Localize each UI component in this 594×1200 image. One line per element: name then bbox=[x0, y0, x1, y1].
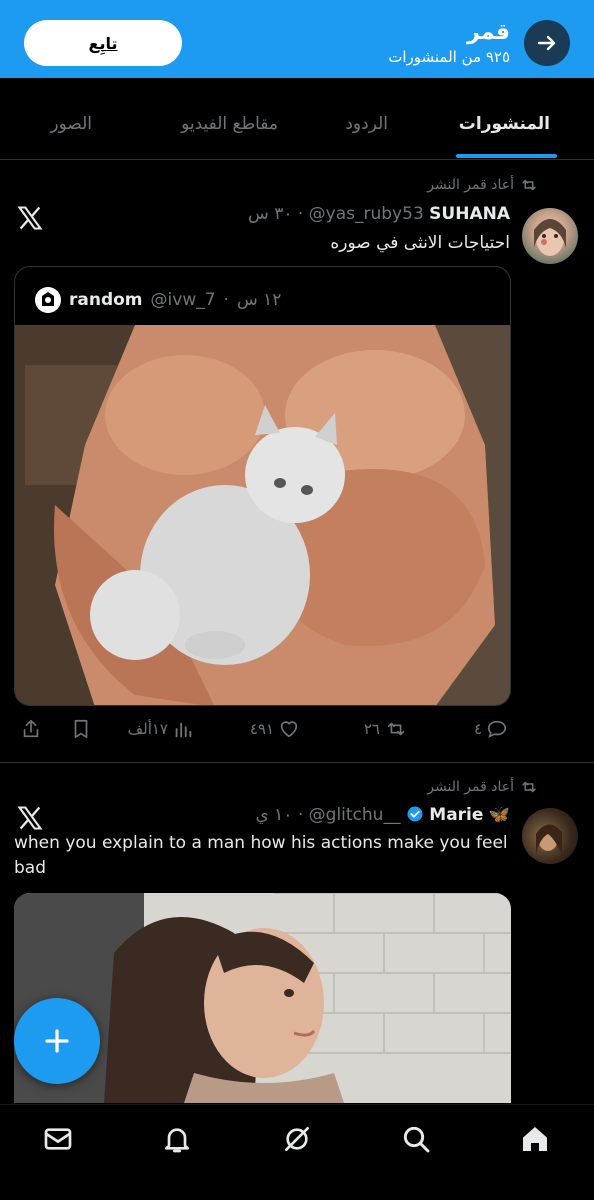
quoted-handle: @ivw_7 bbox=[150, 290, 216, 310]
nav-grok[interactable] bbox=[277, 1119, 317, 1159]
heart-icon bbox=[280, 721, 298, 738]
repost-label: أعاد قمر النشر bbox=[427, 177, 514, 193]
tweet-handle[interactable]: @glitchu__ bbox=[309, 805, 401, 825]
arrow-right-icon bbox=[537, 35, 556, 51]
tweet-text: احتياجات الانثى في صوره bbox=[330, 233, 510, 253]
bottom-nav bbox=[0, 1104, 594, 1200]
plus-icon bbox=[45, 1029, 69, 1053]
post-count: ٩٢٥ من المنشورات bbox=[388, 48, 510, 66]
avatar-image bbox=[534, 219, 566, 256]
views-count: ١٧ألف bbox=[127, 720, 168, 738]
tweet-text: when you explain to a man how his action… bbox=[14, 833, 508, 878]
repost-icon bbox=[522, 179, 536, 191]
tab-active-indicator bbox=[456, 154, 557, 158]
share-icon bbox=[23, 719, 39, 738]
tweet-author-line: ٣٠ س · @yas_ruby53 SUHANA bbox=[248, 204, 510, 224]
tab-videos[interactable]: مقاطع الفيديو bbox=[181, 114, 278, 134]
compose-button[interactable] bbox=[14, 998, 100, 1084]
quoted-media-image[interactable] bbox=[15, 325, 510, 705]
tab-posts[interactable]: المنشورات bbox=[459, 114, 550, 134]
like-count: ٤٩١ bbox=[249, 720, 274, 738]
tweet-media-image[interactable] bbox=[14, 893, 511, 1103]
tweet-time: ٣٠ س bbox=[248, 204, 293, 224]
home-icon bbox=[523, 1127, 547, 1151]
nav-home[interactable] bbox=[515, 1119, 555, 1159]
profile-tabs: المنشورات الردود مقاطع الفيديو الصور bbox=[0, 92, 594, 160]
tweet-handle[interactable]: @yas_ruby53 bbox=[309, 204, 424, 224]
follow-button[interactable]: تابِع bbox=[24, 20, 182, 66]
quoted-author-name: random bbox=[69, 290, 143, 310]
x-logo-icon bbox=[17, 806, 43, 830]
nav-search[interactable] bbox=[396, 1119, 436, 1159]
repost-icon bbox=[387, 722, 405, 736]
quoted-tweet[interactable]: random @ivw_7 · ١٢ س bbox=[14, 266, 511, 706]
x-logo-icon bbox=[17, 206, 43, 230]
like-button[interactable]: ٤٩١ bbox=[250, 718, 300, 740]
back-button[interactable] bbox=[524, 20, 570, 66]
views-button[interactable]: ١٧ألف bbox=[128, 718, 194, 740]
share-button[interactable] bbox=[20, 718, 42, 740]
profile-name: قمر bbox=[467, 20, 510, 45]
avatar[interactable] bbox=[522, 208, 578, 264]
nav-notifications[interactable] bbox=[157, 1119, 197, 1159]
notifications-icon bbox=[165, 1128, 189, 1153]
tweet-author-line: ١٠ ي · @glitchu__ Marie 🦋 bbox=[255, 805, 510, 825]
repost-label: أعاد قمر النشر bbox=[427, 779, 514, 795]
quoted-avatar-icon bbox=[35, 287, 61, 313]
repost-button[interactable]: ٢٦ bbox=[364, 718, 408, 740]
tab-replies[interactable]: الردود bbox=[345, 114, 388, 134]
tweet-author-name[interactable]: SUHANA bbox=[429, 204, 510, 224]
grok-icon bbox=[285, 1127, 309, 1151]
verified-badge-icon bbox=[407, 806, 423, 822]
repost-indicator: أعاد قمر النشر bbox=[427, 778, 538, 796]
tweet-divider bbox=[0, 762, 594, 763]
views-icon bbox=[175, 722, 192, 738]
avatar-image bbox=[536, 824, 562, 854]
butterfly-emoji: 🦋 bbox=[488, 805, 510, 825]
quoted-author-line: random @ivw_7 · ١٢ س bbox=[35, 287, 281, 313]
profile-header: تابِع قمر ٩٢٥ من المنشورات bbox=[0, 0, 594, 78]
search-icon bbox=[403, 1126, 430, 1153]
quoted-time: ١٢ س bbox=[236, 290, 282, 310]
tweet-time: ١٠ ي bbox=[255, 805, 293, 825]
man-holding-cat-image bbox=[15, 325, 510, 705]
bookmark-icon bbox=[74, 719, 88, 739]
tab-photos[interactable]: الصور bbox=[50, 114, 92, 134]
messages-icon bbox=[44, 1128, 72, 1150]
avatar[interactable] bbox=[522, 808, 578, 864]
reply-count: ٤ bbox=[473, 720, 482, 738]
repost-count: ٢٦ bbox=[363, 720, 380, 738]
reply-button[interactable]: ٤ bbox=[474, 718, 508, 740]
bookmark-button[interactable] bbox=[70, 718, 92, 740]
reply-icon bbox=[487, 720, 507, 738]
nav-messages[interactable] bbox=[38, 1119, 78, 1159]
repost-indicator: أعاد قمر النشر bbox=[427, 176, 538, 194]
tweet-author-name[interactable]: Marie bbox=[429, 805, 483, 825]
repost-icon bbox=[522, 781, 536, 793]
tweet-actions: ٤ ٢٦ ٤٩١ ١٧ألف bbox=[0, 710, 594, 750]
woman-photo-image bbox=[14, 893, 511, 1103]
